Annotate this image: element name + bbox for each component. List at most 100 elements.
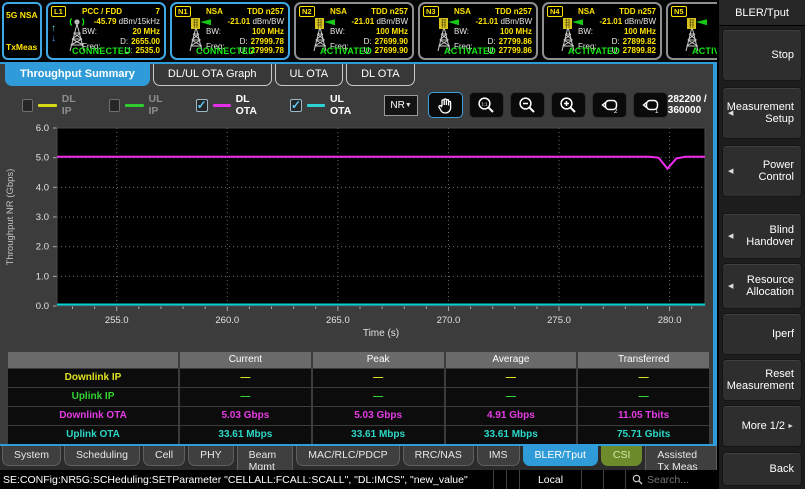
table-header-peak: Peak	[313, 352, 444, 368]
config-tab-ims[interactable]: IMS	[477, 446, 520, 466]
softkey-back[interactable]: Back	[722, 452, 802, 486]
softkey-label: Back	[770, 463, 794, 475]
cell-ul-freq: 2535.0	[136, 46, 160, 55]
softkey-iperf[interactable]: Iperf	[722, 313, 802, 355]
legend-item-dl-ip: DL IP	[22, 93, 83, 117]
checkbox-dl-ip[interactable]	[22, 99, 33, 112]
cell-block-l1[interactable]: L1 ↑↓ PCC / FDD 7	[46, 2, 166, 60]
cell-block-n4[interactable]: N4 ↑↓ NSA TDD n257	[542, 2, 662, 60]
tab-ul-ota[interactable]: UL OTA	[275, 64, 344, 86]
search-box[interactable]	[625, 470, 717, 489]
cell-power-unit: dBm/BW	[624, 17, 656, 26]
cell-tag: N4	[547, 6, 563, 17]
snapshot-2-button[interactable]: 2	[592, 92, 627, 118]
table-cell: —	[578, 369, 709, 387]
x-tick-label: 255.0	[105, 315, 129, 326]
checkbox-ul-ota[interactable]: ✓	[290, 99, 302, 112]
snapshot-1-icon: 1	[640, 96, 661, 114]
submenu-left-arrow-icon: ◀	[728, 232, 733, 240]
status-bar: SE:CONFig:NR5G:SCHeduling:SETParameter "…	[0, 470, 717, 489]
tab-dl-ul-ota-graph[interactable]: DL/UL OTA Graph	[153, 64, 272, 86]
cell-power-value: -21.01	[600, 17, 623, 26]
table-header-average: Average	[446, 352, 577, 368]
tab-throughput-summary[interactable]: Throughput Summary	[5, 64, 150, 86]
y-tick-label: 0.0	[36, 301, 49, 312]
config-tab-scheduling[interactable]: Scheduling	[64, 446, 140, 466]
tab-dl-ota[interactable]: DL OTA	[346, 64, 415, 86]
throughput-chart[interactable]: 0.01.02.03.04.05.06.0255.0260.0265.0270.…	[0, 120, 713, 346]
y-axis-label: Throughput NR (Gbps)	[5, 169, 16, 266]
cell-bw-value: 100 MHz	[500, 27, 532, 36]
table-cell: 33.61 Mbps	[446, 426, 577, 444]
cell-band-label: NSA	[330, 7, 347, 16]
config-tab-mac-rlc-pdcp[interactable]: MAC/RLC/PDCP	[296, 446, 399, 466]
svg-text:1:1: 1:1	[481, 101, 488, 106]
softkey-measurement-setup[interactable]: ◀Measurement Setup	[722, 87, 802, 139]
cell-band-label: NSA	[206, 7, 223, 16]
throughput-table: CurrentPeakAverageTransferredDownlink IP…	[8, 352, 709, 444]
submenu-left-arrow-icon: ◀	[728, 109, 733, 117]
pan-hand-button[interactable]	[428, 92, 463, 118]
zoom-out-button[interactable]	[510, 92, 545, 118]
measurement-mode-label: TxMeas	[6, 42, 38, 52]
config-tab-csi[interactable]: CSI	[601, 446, 643, 466]
cell-state-label: ACTIVATED	[692, 46, 717, 56]
table-cell: —	[313, 388, 444, 406]
cell-block-n5[interactable]: N5 ↑↓	[666, 2, 717, 60]
row-label-uplink-ip: Uplink IP	[8, 388, 178, 406]
more-right-arrow-icon: ►	[787, 423, 794, 430]
softkey-panel-title: BLER/Tput	[719, 0, 805, 26]
cell-block-n2[interactable]: N2 ↑↓ NSA TDD n257	[294, 2, 414, 60]
checkbox-ul-ip[interactable]	[109, 99, 120, 112]
softkey-reset-measurement[interactable]: Reset Measurement	[722, 359, 802, 401]
table-cell: —	[180, 388, 311, 406]
zoom-in-button[interactable]	[551, 92, 586, 118]
y-tick-label: 1.0	[36, 271, 49, 282]
nr-scope-value: NR	[390, 100, 404, 111]
cell-power-unit: dBm/BW	[500, 17, 532, 26]
cell-dl-freq: 27799.86	[499, 37, 532, 46]
softkey-power-control[interactable]: ◀Power Control	[722, 145, 802, 197]
legend-color-line	[38, 104, 57, 107]
cell-bw-label: BW:	[82, 27, 97, 36]
cell-band-label: NSA	[454, 7, 471, 16]
softkey-resource-allocation[interactable]: ◀Resource Allocation	[722, 263, 802, 309]
snapshot-1-button[interactable]: 1	[633, 92, 668, 118]
config-tab-system[interactable]: System	[2, 446, 61, 466]
legend-color-line	[125, 104, 144, 107]
x-tick-label: 265.0	[326, 315, 350, 326]
y-tick-label: 3.0	[36, 212, 49, 223]
softkey-label: Resource Allocation	[736, 274, 794, 298]
view-tabs: Throughput SummaryDL/UL OTA GraphUL OTAD…	[0, 64, 715, 90]
cell-tag: N1	[175, 6, 191, 17]
softkey-stop[interactable]: Stop	[722, 29, 802, 81]
legend-item-ul-ip: UL IP	[109, 93, 170, 117]
y-tick-label: 6.0	[36, 123, 49, 134]
cell-ul-freq: 27899.82	[623, 46, 656, 55]
zoom-1to1-button[interactable]: 1:1	[469, 92, 504, 118]
cell-bw-value: 100 MHz	[376, 27, 408, 36]
softkey-label: More 1/2	[742, 420, 785, 432]
cell-block-n1[interactable]: N1 ↑↓ NSA TDD n257	[170, 2, 290, 60]
cell-block-n3[interactable]: N3 ↑↓ NSA TDD n257	[418, 2, 538, 60]
checkbox-dl-ota[interactable]: ✓	[196, 99, 208, 112]
config-tab-rrc-nas[interactable]: RRC/NAS	[403, 446, 474, 466]
cell-band-value: TDD n257	[371, 7, 408, 16]
config-tab-cell[interactable]: Cell	[143, 446, 185, 466]
search-input[interactable]	[647, 474, 711, 486]
table-cell: —	[313, 369, 444, 387]
softkey-more-1-2[interactable]: More 1/2►	[722, 405, 802, 447]
config-tab-bler-tput[interactable]: BLER/Tput	[523, 446, 598, 466]
cell-bw-label: BW:	[330, 27, 345, 36]
softkey-blind-handover[interactable]: ◀Blind Handover	[722, 213, 802, 259]
nr-scope-select[interactable]: NR ▼	[384, 95, 417, 116]
system-status-box: 5G NSA TxMeas	[2, 2, 42, 60]
cell-ul-freq: 27799.86	[499, 46, 532, 55]
zoom-in-icon	[558, 96, 579, 114]
legend-item-dl-ota: ✓DL OTA	[196, 93, 264, 117]
config-tab-phy[interactable]: PHY	[188, 446, 234, 466]
x-tick-label: 275.0	[547, 315, 571, 326]
cell-bw-value: 20 MHz	[132, 27, 160, 36]
submenu-left-arrow-icon: ◀	[728, 282, 733, 290]
search-icon	[632, 474, 643, 485]
